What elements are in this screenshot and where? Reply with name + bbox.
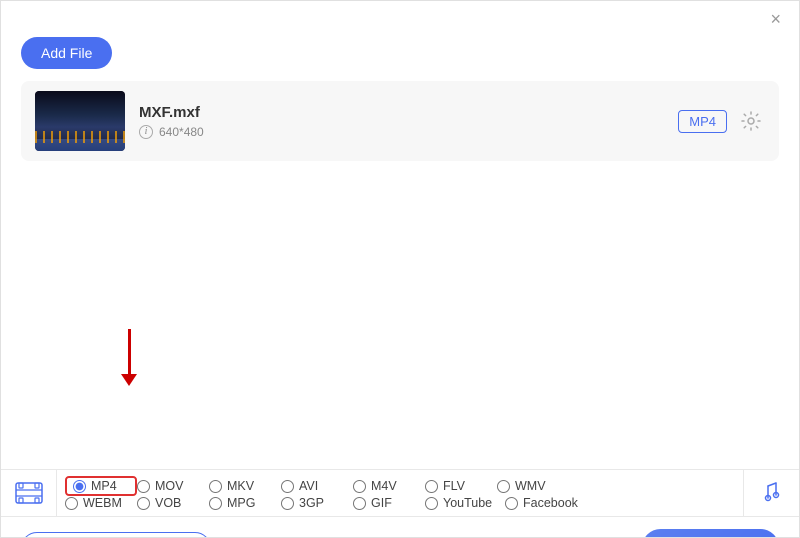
format-row-1: MP4 MOV MKV AVI M4V FLV — [65, 476, 735, 496]
format-webm[interactable]: WEBM — [65, 496, 137, 510]
gear-icon — [741, 111, 761, 131]
format-mp4[interactable]: MP4 — [65, 476, 137, 496]
bottom-bar: Install Desktop Version Convert — [1, 516, 799, 537]
format-picker: MP4 MOV MKV AVI M4V FLV — [1, 469, 799, 516]
video-format-icon-area — [1, 470, 57, 516]
format-youtube[interactable]: YouTube — [425, 496, 505, 510]
file-actions: MP4 — [678, 107, 765, 135]
title-bar: × — [1, 1, 799, 37]
convert-button[interactable]: Convert — [642, 529, 779, 537]
format-facebook[interactable]: Facebook — [505, 496, 585, 510]
content-area: MP4 MOV MKV AVI M4V FLV — [1, 309, 799, 537]
format-3gp[interactable]: 3GP — [281, 496, 353, 510]
format-badge-button[interactable]: MP4 — [678, 110, 727, 133]
file-meta: i 640*480 — [139, 125, 664, 139]
install-desktop-button[interactable]: Install Desktop Version — [21, 532, 211, 538]
file-info: MXF.mxf i 640*480 — [139, 104, 664, 139]
format-wmv[interactable]: WMV — [497, 479, 569, 493]
film-icon — [14, 478, 44, 508]
file-thumbnail — [35, 91, 125, 151]
format-flv[interactable]: FLV — [425, 479, 497, 493]
arrow-head — [121, 374, 137, 386]
app-window: × Add File MXF.mxf i 640*480 MP4 — [1, 1, 799, 537]
info-icon: i — [139, 125, 153, 139]
add-file-button[interactable]: Add File — [21, 37, 112, 69]
toolbar: Add File — [1, 37, 799, 81]
file-resolution: 640*480 — [159, 125, 204, 139]
format-gif[interactable]: GIF — [353, 496, 425, 510]
close-button[interactable]: × — [764, 8, 787, 30]
settings-button[interactable] — [737, 107, 765, 135]
format-grid: MP4 MOV MKV AVI M4V FLV — [57, 470, 743, 516]
format-mov[interactable]: MOV — [137, 479, 209, 493]
format-vob[interactable]: VOB — [137, 496, 209, 510]
audio-format-icon-area[interactable] — [743, 470, 799, 516]
format-m4v[interactable]: M4V — [353, 479, 425, 493]
format-mpg[interactable]: MPG — [209, 496, 281, 510]
format-row-2: WEBM VOB MPG 3GP GIF YouT — [65, 496, 735, 510]
format-avi[interactable]: AVI — [281, 479, 353, 493]
arrow-indicator — [121, 329, 137, 386]
file-list: MXF.mxf i 640*480 MP4 — [1, 81, 799, 309]
arrow-shaft — [128, 329, 131, 374]
file-item: MXF.mxf i 640*480 MP4 — [21, 81, 779, 161]
file-name: MXF.mxf — [139, 104, 664, 121]
format-mkv[interactable]: MKV — [209, 479, 281, 493]
middle-area — [1, 309, 799, 469]
music-icon — [758, 479, 786, 507]
